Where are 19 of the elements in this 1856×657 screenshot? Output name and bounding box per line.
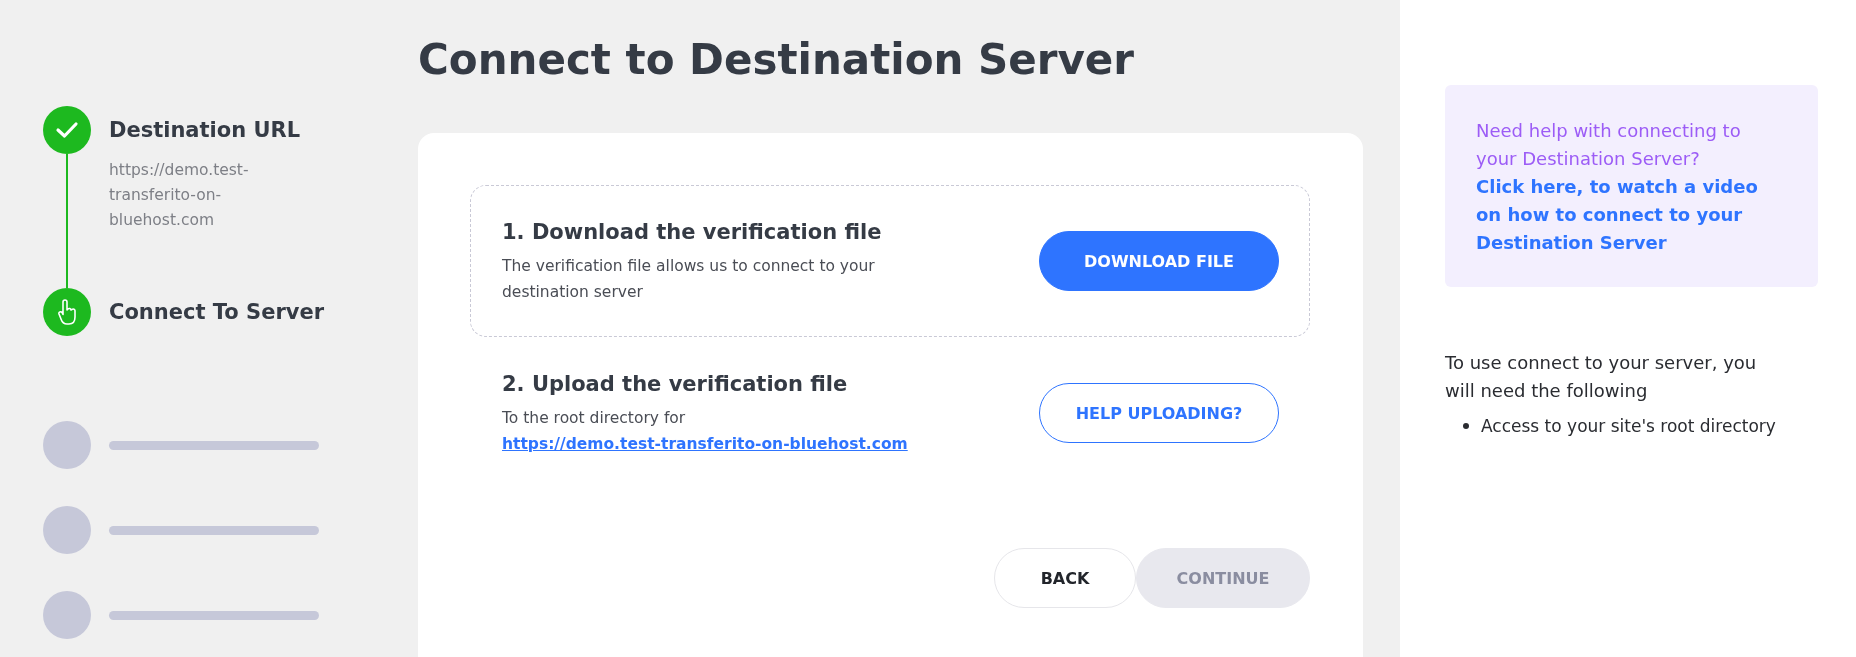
- step-url: https://demo.test-transferito-on-bluehost.com: [109, 160, 250, 231]
- checkmark-icon: [55, 121, 79, 139]
- page-title: Connect to Destination Server: [418, 34, 1136, 86]
- task-heading: 2. Upload the verification file: [502, 371, 849, 398]
- site-link[interactable]: https://demo.test-transferito-on-bluehost.com: [502, 435, 908, 453]
- task-description: The verification file allows us to connect to your destination server: [502, 256, 876, 303]
- video-link[interactable]: Click here, to watch a video on how to connect to your Destination Server: [1476, 173, 1758, 257]
- requirements-intro: To use connect to your server, you will need the following: [1445, 351, 1758, 403]
- back-button[interactable]: BACK: [994, 548, 1136, 608]
- task-description: To the root directory for https://demo.test-transferito-on-bluehost.com: [502, 408, 909, 455]
- pointing-hand-icon: [58, 299, 76, 325]
- task-heading: 1. Download the verification file: [502, 219, 883, 246]
- bullet-icon: [1463, 423, 1469, 429]
- download-button[interactable]: DOWNLOAD FILE: [1039, 231, 1279, 291]
- help-button[interactable]: HELP UPLOADING?: [1039, 383, 1279, 443]
- requirement-item: Access to your site's root directory: [1481, 415, 1776, 438]
- step-title: Connect To Server: [109, 299, 325, 326]
- step-title: Destination URL: [109, 117, 301, 144]
- help-question: Need help with connecting to your Destination Server?: [1476, 119, 1742, 171]
